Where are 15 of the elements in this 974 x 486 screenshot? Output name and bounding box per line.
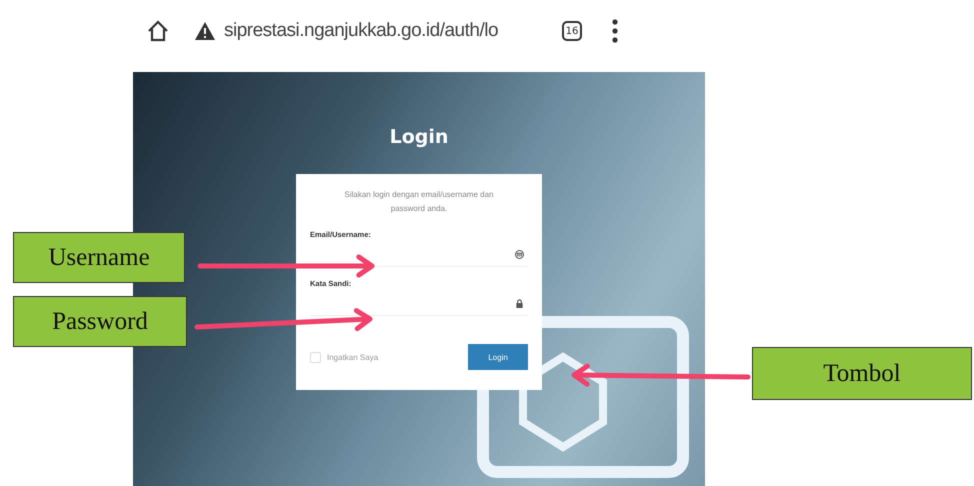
- login-title: Login: [390, 128, 448, 146]
- remember-label: Ingatkan Saya: [327, 352, 378, 362]
- envelope-icon: [515, 250, 524, 258]
- warning-icon: [194, 21, 216, 41]
- instruction-text: Silakan login dengan email/username dan password anda.: [344, 189, 494, 215]
- home-icon[interactable]: [146, 19, 170, 43]
- lock-icon: [515, 298, 524, 308]
- annotation-label: Username: [13, 232, 185, 283]
- login-button[interactable]: Login: [468, 344, 528, 370]
- tab-count-button[interactable]: 16: [562, 21, 582, 41]
- annotation-label: Password: [13, 296, 187, 347]
- menu-icon[interactable]: [612, 19, 618, 43]
- address-bar-url[interactable]: siprestasi.nganjukkab.go.id/auth/lo: [224, 20, 554, 42]
- annotation-label: Tombol: [752, 347, 972, 400]
- remember-checkbox[interactable]: [310, 352, 321, 362]
